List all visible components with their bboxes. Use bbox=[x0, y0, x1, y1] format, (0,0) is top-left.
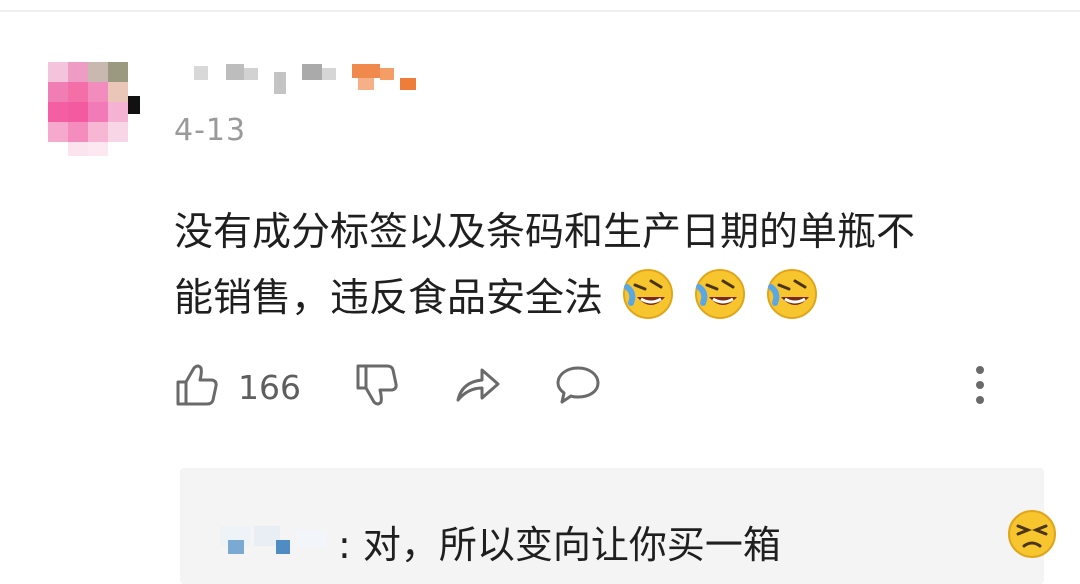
comment-date: 4-13 bbox=[174, 113, 247, 148]
laughing-crying-emoji-icon bbox=[695, 269, 746, 319]
annoyed-face-emoji-icon bbox=[1008, 510, 1056, 558]
top-divider bbox=[0, 10, 1080, 12]
reply-text: : 对，所以变向让你买一箱 bbox=[338, 514, 781, 569]
comment-action-bar: 166 bbox=[174, 358, 1024, 414]
laughing-crying-emoji-icon bbox=[623, 269, 674, 319]
comment-page: 4-13 没有成分标签以及条码和生产日期的单瓶不 能销售，违反食品安全法 166… bbox=[0, 0, 1080, 584]
comment-text-line-2: 能销售，违反食品安全法 bbox=[174, 276, 604, 321]
like-count: 166 bbox=[238, 368, 301, 407]
reply-separator: : bbox=[338, 523, 351, 567]
thumbs-down-icon[interactable] bbox=[354, 362, 400, 408]
laughing-crying-emoji-icon bbox=[767, 269, 818, 319]
reply-preview[interactable]: : 对，所以变向让你买一箱 bbox=[180, 468, 1056, 584]
reply-username[interactable] bbox=[220, 522, 340, 562]
thumbs-up-icon[interactable] bbox=[174, 362, 220, 408]
share-icon[interactable] bbox=[454, 362, 502, 408]
username[interactable] bbox=[190, 62, 430, 98]
comment-text-line-1: 没有成分标签以及条码和生产日期的单瓶不 bbox=[174, 210, 916, 255]
more-vertical-icon[interactable] bbox=[970, 362, 990, 408]
avatar[interactable] bbox=[48, 62, 144, 158]
reply-text-content: 对，所以变向让你买一箱 bbox=[362, 523, 781, 567]
comment-bubble-icon[interactable] bbox=[554, 362, 602, 408]
comment-body: 没有成分标签以及条码和生产日期的单瓶不 能销售，违反食品安全法 bbox=[174, 200, 1054, 332]
